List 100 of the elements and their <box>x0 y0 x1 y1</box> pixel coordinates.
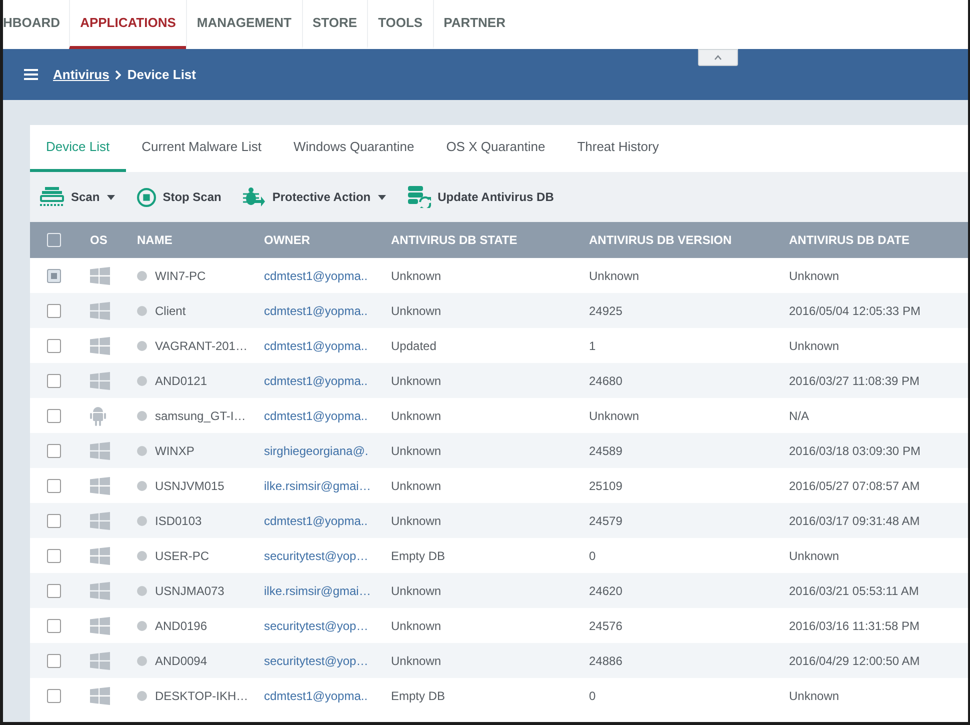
status-dot-icon <box>137 550 147 560</box>
column-header[interactable]: ANTIVIRUS DB STATE <box>391 233 518 247</box>
device-name: AND0121 <box>155 372 208 390</box>
status-dot-icon <box>137 410 147 420</box>
status-dot-icon <box>137 270 147 280</box>
checkbox[interactable] <box>47 584 61 598</box>
checkbox[interactable] <box>47 408 61 422</box>
breadcrumb-link[interactable]: Antivirus <box>53 64 110 84</box>
db-version-cell: 24925 <box>589 304 622 318</box>
db-state-cell: Empty DB <box>391 548 446 562</box>
db-version-cell: 0 <box>589 688 596 702</box>
table-row[interactable]: ISD0103 cdmtest1@yopma.. Unknown 24579 2016/03/17 09:31:48 AM <box>30 503 968 538</box>
breadcrumb-current: Device List <box>127 66 196 84</box>
db-version-cell: 24589 <box>589 444 622 458</box>
db-date-cell: Unknown <box>789 548 840 562</box>
db-version-cell: 24680 <box>589 374 622 388</box>
bug-arrow-icon <box>243 187 266 207</box>
checkbox[interactable] <box>47 548 61 562</box>
db-date-cell: 2016/03/27 11:08:39 PM <box>789 374 920 388</box>
owner-link[interactable]: cdmtest1@yopma.. <box>264 514 368 528</box>
status-dot-icon <box>137 340 147 350</box>
nav-tab[interactable]: HBOARD <box>3 0 70 49</box>
column-header[interactable]: ANTIVIRUS DB VERSION <box>589 233 732 247</box>
chevron-up-icon <box>714 55 722 60</box>
db-date-cell: 2016/03/16 11:31:58 PM <box>789 618 920 632</box>
db-state-cell: Unknown <box>391 514 442 528</box>
db-version-cell: 24576 <box>589 618 622 632</box>
db-date-cell: 2016/03/21 05:53:11 AM <box>789 584 919 598</box>
db-version-cell: 25109 <box>589 478 622 492</box>
collapse-button[interactable] <box>698 49 738 66</box>
db-state-cell: Unknown <box>391 408 442 422</box>
toolbar-button[interactable]: Update Antivirus DB <box>408 186 554 208</box>
chevron-right-icon <box>115 70 122 80</box>
checkbox[interactable] <box>47 514 61 528</box>
owner-link[interactable]: ilke.rsimsir@gmai… <box>264 478 371 492</box>
table-row[interactable]: AND0094 securitytest@yop… Unknown 24886 2016/04/29 12:00:50 AM <box>30 643 968 678</box>
db-date-cell: 2016/05/27 07:08:57 AM <box>789 478 920 492</box>
status-dot-icon <box>137 690 147 700</box>
table-row[interactable]: AND0121 cdmtest1@yopma.. Unknown 24680 2016/03/27 11:08:39 PM <box>30 363 968 398</box>
db-state-cell: Unknown <box>391 618 442 632</box>
owner-link[interactable]: cdmtest1@yopma.. <box>264 688 368 702</box>
db-date-cell: 2016/03/18 03:09:30 PM <box>789 444 920 458</box>
column-header[interactable]: OS <box>90 233 108 247</box>
checkbox[interactable] <box>47 654 61 668</box>
tab[interactable]: Windows Quarantine <box>278 125 430 172</box>
device-name: USER-PC <box>155 548 210 564</box>
db-version-cell: Unknown <box>589 408 640 422</box>
table-row[interactable]: USNJMA073 ilke.rsimsir@gmai… Unknown 24620 2016/03/21 05:53:11 AM <box>30 573 968 608</box>
checkbox[interactable] <box>47 688 61 702</box>
checkbox[interactable] <box>47 338 61 352</box>
toolbar-button[interactable]: Stop Scan <box>136 188 222 206</box>
checkbox[interactable] <box>47 444 61 458</box>
column-header[interactable]: NAME <box>137 233 172 247</box>
tab[interactable]: OS X Quarantine <box>430 125 562 172</box>
tab[interactable]: Current Malware List <box>126 125 278 172</box>
device-name: DESKTOP-IKH… <box>155 688 248 704</box>
checkbox[interactable] <box>47 618 61 632</box>
column-header[interactable]: ANTIVIRUS DB DATE <box>789 233 910 247</box>
status-dot-icon <box>137 516 147 526</box>
table-row[interactable]: WINXP sirghiegeorgiana@. Unknown 24589 2016/03/18 03:09:30 PM <box>30 433 968 468</box>
db-date-cell: Unknown <box>789 688 840 702</box>
db-version-cell: 24620 <box>589 584 622 598</box>
db-date-cell: 2016/03/17 09:31:48 AM <box>789 514 920 528</box>
tab[interactable]: Threat History <box>561 125 675 172</box>
menu-icon[interactable] <box>24 69 38 80</box>
owner-link[interactable]: securitytest@yop… <box>264 548 368 562</box>
checkbox[interactable] <box>47 478 61 492</box>
db-date-cell: Unknown <box>789 338 840 352</box>
db-state-cell: Unknown <box>391 654 442 668</box>
device-name: USNJVM015 <box>155 478 224 494</box>
scanner-icon <box>40 187 64 207</box>
device-name: ISD0103 <box>155 512 202 530</box>
device-name: AND0094 <box>155 652 208 670</box>
table-row[interactable]: Client cdmtest1@yopma.. Unknown 24925 2016/05/04 12:05:33 PM <box>30 293 968 328</box>
toolbar-button[interactable]: Protective Action <box>243 187 386 207</box>
owner-link[interactable]: sirghiegeorgiana@. <box>264 444 368 458</box>
db-state-cell: Unknown <box>391 444 442 458</box>
owner-link[interactable]: securitytest@yop… <box>264 654 368 668</box>
db-state-cell: Unknown <box>391 584 442 598</box>
db-state-cell: Empty DB <box>391 688 446 702</box>
owner-link[interactable]: cdmtest1@yopma.. <box>264 374 368 388</box>
toolbar-button[interactable]: Scan <box>40 187 115 207</box>
db-state-cell: Unknown <box>391 478 442 492</box>
device-name: USNJMA073 <box>155 582 224 600</box>
owner-link[interactable]: ilke.rsimsir@gmai… <box>264 584 371 598</box>
db-version-cell: Unknown <box>589 268 640 282</box>
checkbox[interactable] <box>47 304 61 318</box>
owner-link[interactable]: securitytest@yop… <box>264 618 368 632</box>
owner-link[interactable]: cdmtest1@yopma.. <box>264 338 368 352</box>
device-name: WIN7-PC <box>155 268 206 284</box>
owner-link[interactable]: cdmtest1@yopma.. <box>264 408 368 422</box>
checkbox[interactable] <box>47 374 61 388</box>
db-state-cell: Unknown <box>391 268 442 282</box>
checkbox[interactable] <box>47 268 61 282</box>
db-date-cell: 2016/05/04 12:05:33 PM <box>789 304 920 318</box>
owner-link[interactable]: cdmtest1@yopma.. <box>264 268 368 282</box>
status-dot-icon <box>137 620 147 630</box>
column-header[interactable]: OWNER <box>264 233 310 247</box>
db-state-cell: Updated <box>391 338 436 352</box>
owner-link[interactable]: cdmtest1@yopma.. <box>264 304 368 318</box>
